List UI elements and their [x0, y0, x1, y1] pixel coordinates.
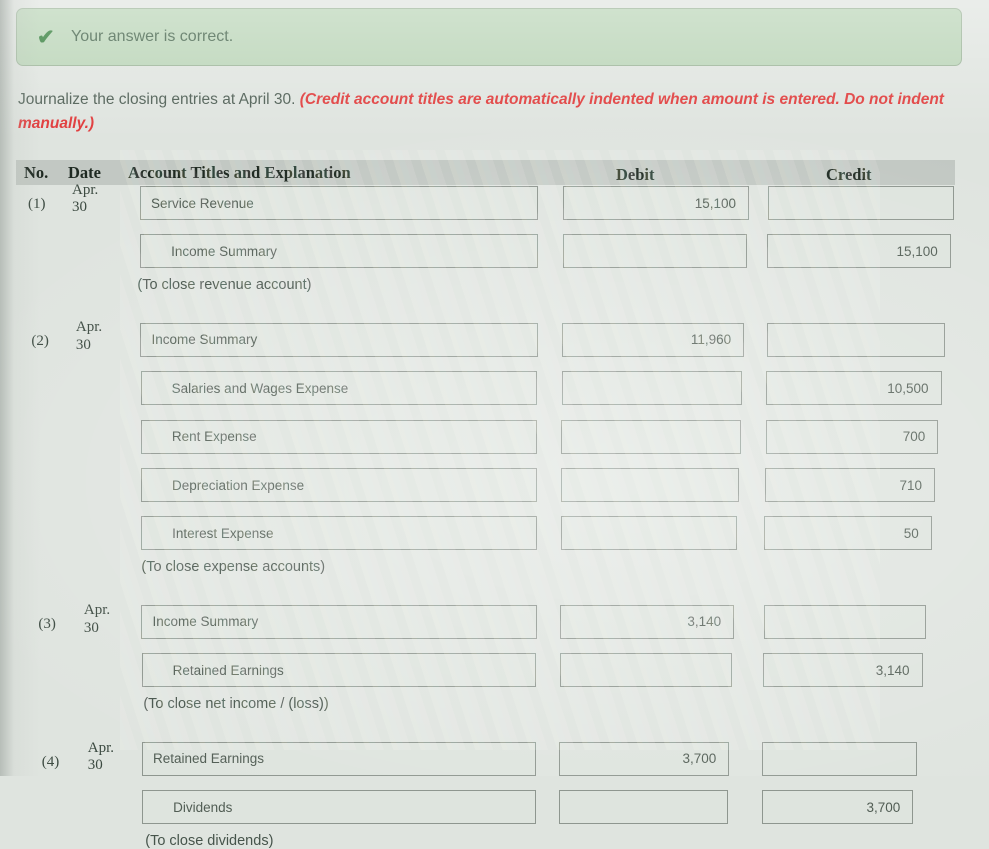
entry-caption: (To close expense accounts)	[141, 558, 326, 575]
credit-value: 3,700	[866, 799, 901, 815]
entry-number: (3)	[38, 616, 56, 633]
account-title-value: Dividends	[173, 799, 233, 815]
debit-input[interactable]	[561, 468, 739, 502]
account-title-value: Retained Earnings	[172, 662, 284, 678]
credit-value: 710	[899, 477, 922, 493]
entry-caption: (To close revenue account)	[137, 276, 312, 293]
account-title-input[interactable]: Income Summary	[140, 322, 538, 357]
entry-date-month: Apr.	[72, 182, 99, 198]
debit-input[interactable]: 3,140	[560, 604, 735, 639]
debit-value: 11,960	[690, 332, 732, 348]
column-header-no: No.	[24, 163, 49, 182]
debit-input[interactable]	[561, 419, 741, 454]
credit-value: 3,140	[875, 662, 910, 678]
credit-input[interactable]: 3,700	[761, 790, 914, 825]
account-title-value: Depreciation Expense	[172, 477, 305, 493]
account-title-input[interactable]: Service Revenue	[140, 186, 538, 220]
account-title-input[interactable]: Salaries and Wages Expense	[140, 371, 538, 406]
credit-input[interactable]	[766, 322, 945, 357]
entry-date-month: Apr.	[87, 739, 115, 756]
account-title-value: Income Summary	[151, 332, 258, 348]
account-title-value: Rent Expense	[171, 429, 257, 445]
debit-input[interactable]	[558, 790, 728, 825]
account-title-input[interactable]: Income Summary	[141, 604, 537, 639]
credit-value: 50	[903, 525, 919, 541]
debit-input[interactable]	[560, 516, 738, 551]
credit-input[interactable]	[763, 604, 926, 639]
credit-input[interactable]	[768, 186, 954, 220]
entry-caption: (To close dividends)	[145, 832, 274, 849]
entry-date: Apr. 30	[76, 319, 102, 354]
account-title-value: Service Revenue	[151, 195, 254, 211]
account-title-input[interactable]: Interest Expense	[141, 516, 537, 551]
credit-input[interactable]	[762, 741, 917, 776]
column-header-debit: Debit	[616, 165, 655, 184]
checkmark-icon: ✔	[37, 25, 55, 49]
answer-status-text: Your answer is correct.	[71, 28, 234, 45]
credit-value: 700	[902, 429, 926, 445]
debit-input[interactable]	[562, 234, 748, 269]
entry-date: Apr. 30	[72, 182, 98, 217]
entry-date: Apr. 30	[84, 602, 110, 637]
debit-input[interactable]: 11,960	[562, 322, 745, 357]
entry-caption: (To close net income / (loss))	[143, 695, 329, 712]
entry-date-month: Apr.	[83, 602, 111, 619]
entry-number: (2)	[31, 333, 49, 350]
credit-input[interactable]: 710	[765, 468, 935, 502]
column-header-credit: Credit	[826, 165, 872, 184]
debit-input[interactable]: 15,100	[563, 186, 749, 220]
account-title-value: Retained Earnings	[152, 751, 265, 767]
entry-number: (1)	[28, 196, 46, 212]
instructions: Journalize the closing entries at April …	[18, 88, 948, 136]
entry-date-day: 30	[83, 619, 99, 636]
account-title-input[interactable]: Dividends	[142, 790, 536, 825]
account-title-value: Interest Expense	[172, 525, 274, 541]
credit-input[interactable]: 3,140	[763, 653, 923, 688]
account-title-value: Salaries and Wages Expense	[171, 380, 349, 396]
debit-value: 3,700	[682, 751, 717, 767]
account-title-value: Income Summary	[152, 614, 259, 630]
account-title-input[interactable]: Rent Expense	[140, 419, 538, 454]
account-title-input[interactable]: Income Summary	[140, 234, 538, 269]
instructions-lead: Journalize the closing entries at April …	[18, 91, 300, 108]
account-title-input[interactable]: Depreciation Expense	[141, 468, 537, 502]
credit-input[interactable]: 50	[764, 516, 932, 551]
debit-value: 15,100	[694, 195, 736, 211]
credit-input[interactable]: 700	[765, 419, 939, 454]
account-title-value: Income Summary	[171, 243, 277, 259]
entry-date-day: 30	[87, 757, 103, 774]
entry-date: Apr. 30	[88, 740, 114, 775]
account-title-input[interactable]: Retained Earnings	[141, 741, 537, 776]
debit-input[interactable]	[561, 371, 743, 406]
answer-status-banner: ✔ Your answer is correct.	[16, 8, 962, 66]
entry-date-day: 30	[72, 199, 87, 216]
entry-number: (4)	[41, 753, 60, 770]
credit-value: 10,500	[887, 380, 929, 396]
account-title-input[interactable]: Retained Earnings	[141, 653, 537, 688]
credit-input[interactable]: 10,500	[766, 371, 942, 406]
debit-input[interactable]: 3,700	[559, 741, 730, 776]
table-header-row: No. Date Account Titles and Explanation …	[16, 160, 955, 185]
credit-input[interactable]: 15,100	[767, 234, 951, 269]
column-header-account: Account Titles and Explanation	[128, 163, 351, 182]
debit-input[interactable]	[559, 653, 733, 688]
credit-value: 15,100	[896, 243, 938, 259]
debit-value: 3,140	[687, 614, 722, 630]
column-header-date: Date	[68, 163, 101, 182]
entry-date-day: 30	[75, 336, 91, 353]
entry-date-month: Apr.	[75, 319, 103, 336]
